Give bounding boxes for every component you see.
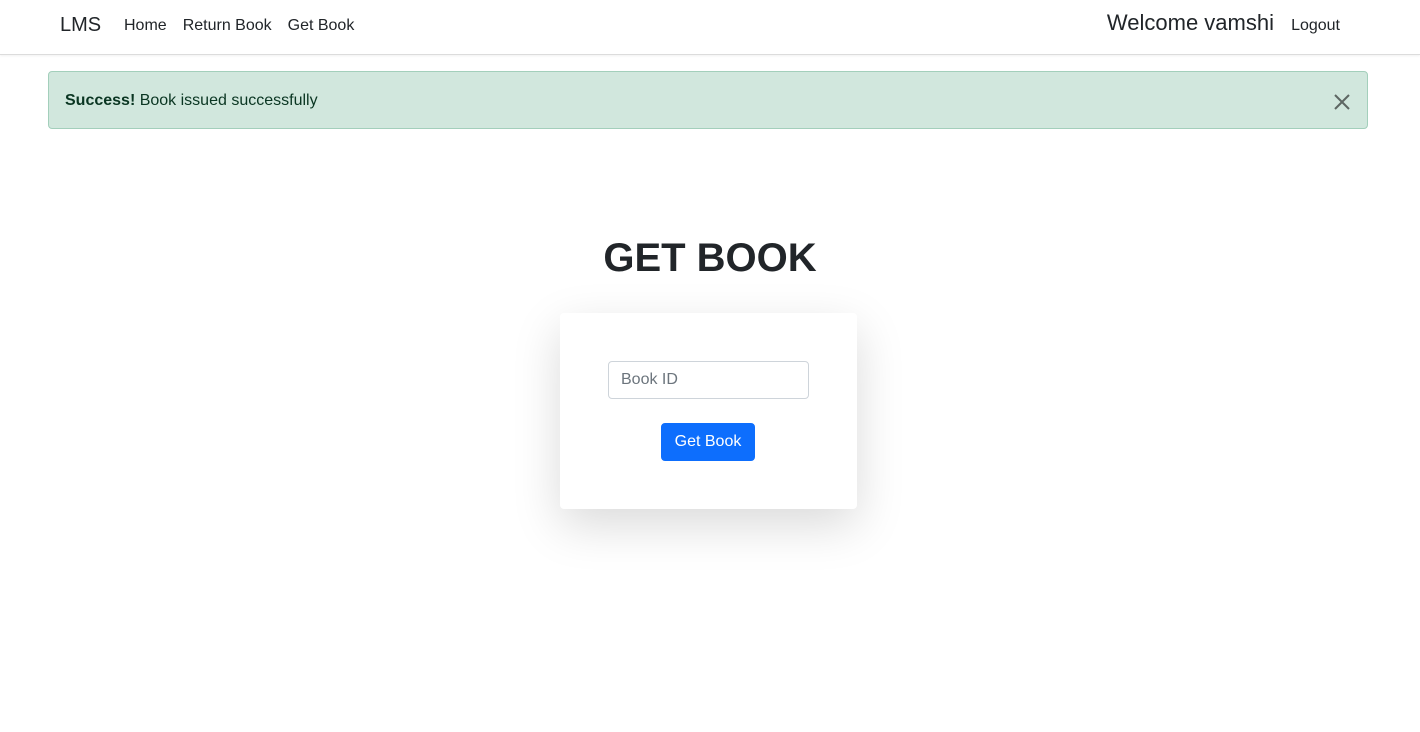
navbar: LMS Home Return Book Get Book Welcome va… [0, 0, 1420, 55]
welcome-message: Welcome vamshi [1106, 10, 1274, 35]
logout-link[interactable]: Logout [1291, 16, 1340, 36]
get-book-button[interactable]: Get Book [661, 423, 755, 461]
nav-links: Home Return Book Get Book [116, 16, 362, 36]
nav-link-get-book[interactable]: Get Book [280, 16, 363, 36]
nav-link-return-book[interactable]: Return Book [175, 16, 280, 36]
page-title: GET BOOK [603, 236, 817, 280]
alert-message: Book issued successfully [135, 92, 318, 109]
success-alert: Success! Book issued successfully [48, 71, 1368, 129]
book-id-input[interactable] [608, 361, 809, 399]
brand-link[interactable]: LMS [60, 14, 101, 37]
nav-link-home[interactable]: Home [116, 16, 175, 36]
close-icon[interactable] [1331, 91, 1353, 113]
alert-strong-text: Success! [65, 92, 136, 109]
get-book-card: Get Book [560, 313, 857, 509]
